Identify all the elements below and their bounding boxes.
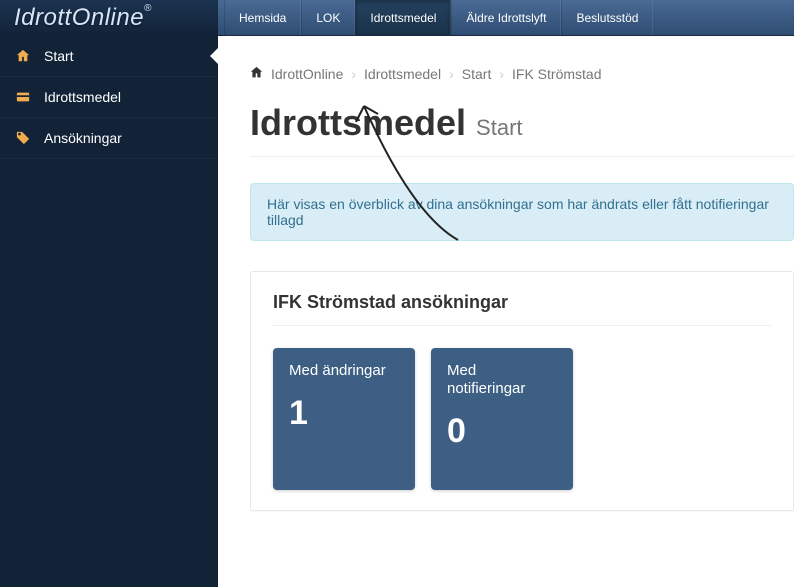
breadcrumb-part[interactable]: IFK Strömstad (512, 66, 601, 82)
tag-icon (16, 131, 34, 145)
sidebar: Start Idrottsmedel Ansökningar (0, 36, 218, 587)
sidebar-item-idrottsmedel[interactable]: Idrottsmedel (0, 77, 218, 118)
tiles-row: Med ändringar 1 Med notifieringar 0 (273, 348, 771, 490)
page-title: Idrottsmedel Start (250, 102, 794, 157)
topnav-label: Hemsida (239, 11, 286, 25)
topbar: IdrottOnline® Hemsida LOK Idrottsmedel Ä… (0, 0, 794, 36)
alert-text: Här visas en överblick av dina ansökning… (267, 196, 769, 228)
sidebar-item-label: Ansökningar (44, 130, 122, 146)
topnav-hemsida[interactable]: Hemsida (224, 0, 301, 35)
chevron-right-icon: › (351, 66, 356, 82)
topnav-lok[interactable]: LOK (301, 0, 355, 35)
chevron-right-icon: › (499, 66, 504, 82)
sidebar-item-label: Idrottsmedel (44, 89, 121, 105)
tile-label: Med notifieringar (447, 362, 557, 398)
breadcrumb-part[interactable]: Start (462, 66, 492, 82)
tile-med-notifieringar[interactable]: Med notifieringar 0 (431, 348, 573, 490)
logo-text: IdrottOnline (14, 4, 144, 32)
page-title-sub: Start (476, 115, 522, 141)
home-icon (16, 49, 34, 63)
topnav-idrottsmedel[interactable]: Idrottsmedel (355, 0, 451, 35)
breadcrumb-part[interactable]: Idrottsmedel (364, 66, 441, 82)
topnav-label: Beslutsstöd (576, 11, 638, 25)
breadcrumb: IdrottOnline › Idrottsmedel › Start › IF… (250, 66, 794, 82)
sidebar-item-start[interactable]: Start (0, 36, 218, 77)
breadcrumb-part[interactable]: IdrottOnline (271, 66, 343, 82)
tile-med-andringar[interactable]: Med ändringar 1 (273, 348, 415, 490)
topnav-label: LOK (316, 11, 340, 25)
chevron-right-icon: › (449, 66, 454, 82)
topnav-aldre-idrottslyft[interactable]: Äldre Idrottslyft (451, 0, 561, 35)
card-icon (16, 90, 34, 104)
page-title-main: Idrottsmedel (250, 102, 466, 144)
topnav-label: Äldre Idrottslyft (466, 11, 546, 25)
home-icon (250, 66, 263, 82)
sidebar-item-ansokningar[interactable]: Ansökningar (0, 118, 218, 159)
applications-panel: IFK Strömstad ansökningar Med ändringar … (250, 271, 794, 511)
topnav: Hemsida LOK Idrottsmedel Äldre Idrottsly… (224, 0, 653, 35)
logo-reg: ® (144, 3, 152, 14)
sidebar-item-label: Start (44, 48, 74, 64)
tile-value: 0 (447, 412, 557, 451)
main-content: IdrottOnline › Idrottsmedel › Start › IF… (218, 36, 794, 587)
topnav-label: Idrottsmedel (370, 11, 436, 25)
topnav-beslutsstod[interactable]: Beslutsstöd (561, 0, 653, 35)
tile-value: 1 (289, 394, 399, 433)
logo[interactable]: IdrottOnline® (0, 0, 218, 36)
panel-title: IFK Strömstad ansökningar (273, 292, 771, 326)
info-alert: Här visas en överblick av dina ansökning… (250, 183, 794, 241)
tile-label: Med ändringar (289, 362, 399, 380)
